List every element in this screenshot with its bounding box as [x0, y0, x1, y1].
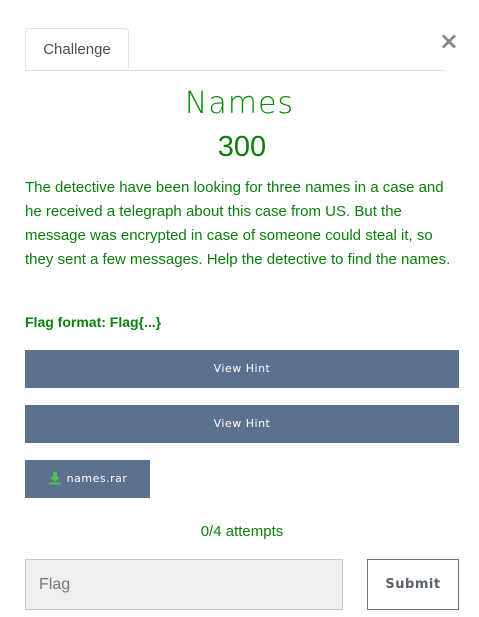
challenge-description: The detective have been looking for thre…: [25, 179, 451, 268]
challenge-title: Names: [184, 86, 295, 121]
submit-button[interactable]: Submit: [367, 559, 459, 610]
challenge-points: 300: [217, 131, 267, 163]
flag-input[interactable]: [25, 559, 343, 610]
tab-bar: Challenge: [25, 28, 445, 71]
view-hint-button-1[interactable]: View Hint: [25, 350, 459, 388]
close-icon[interactable]: ×: [439, 29, 459, 53]
challenge-modal: Challenge × Names 300 The detective have…: [0, 0, 479, 617]
flag-format-text: Flag format: Flag{...}: [25, 314, 162, 330]
tab-challenge[interactable]: Challenge: [25, 28, 129, 69]
view-hint-button-2[interactable]: View Hint: [25, 405, 459, 443]
attempts-counter: 0/4 attempts: [200, 523, 284, 540]
file-name: names.rar: [66, 472, 128, 485]
file-download-button[interactable]: names.rar: [25, 460, 150, 498]
download-icon: [48, 471, 61, 484]
